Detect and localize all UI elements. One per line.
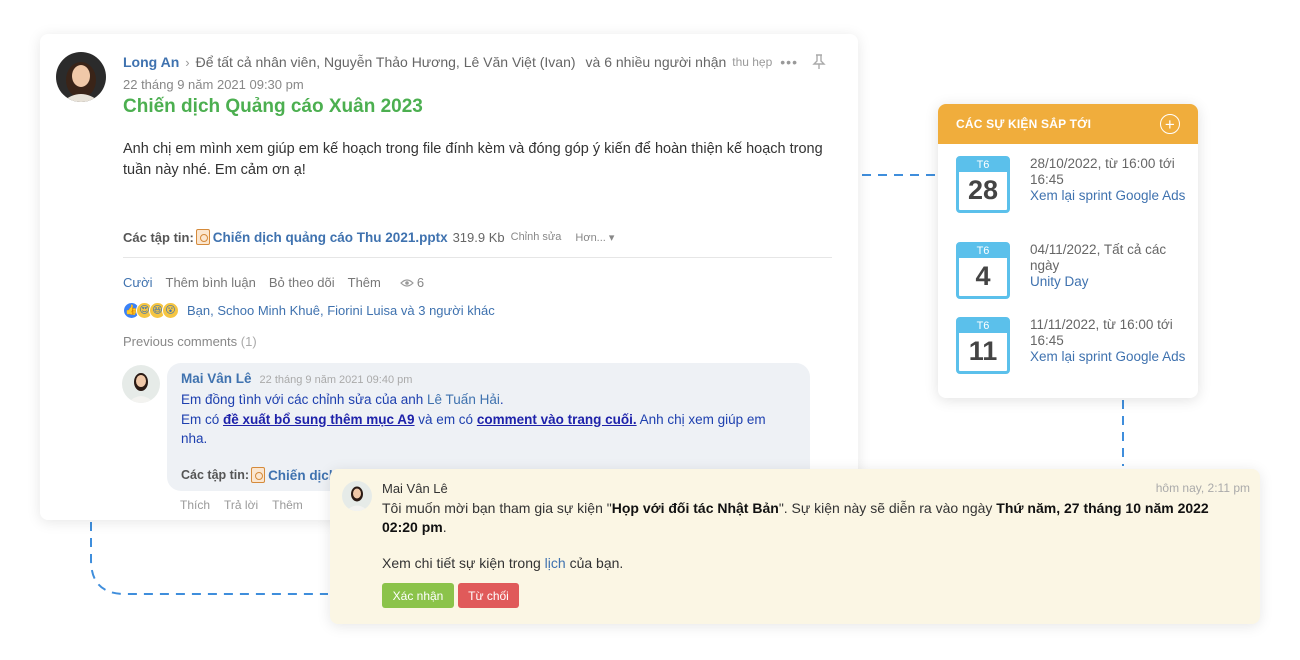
- comment-text: Em đồng tình với các chỉnh sửa của anh: [181, 392, 428, 407]
- attachments-label: Các tập tin:: [181, 468, 250, 482]
- unfollow-button[interactable]: Bỏ theo dõi: [269, 275, 335, 290]
- attachment-more-dropdown[interactable]: Hơn... ▾: [575, 231, 614, 244]
- add-event-plus-icon[interactable]: +: [1160, 114, 1180, 134]
- comment-link-last-page[interactable]: comment vào trang cuối.: [477, 412, 637, 427]
- attachments-label: Các tập tin:: [123, 229, 194, 245]
- comment-author[interactable]: Mai Vân Lê: [181, 371, 252, 386]
- notification-event-name: Họp với đối tác Nhật Bản: [611, 500, 779, 516]
- notification-body: Tôi muốn mời bạn tham gia sự kiện "Họp v…: [382, 499, 1242, 537]
- comment-attachments: Các tập tin: Chiến dịch: [181, 467, 337, 483]
- comment-link-proposal[interactable]: đề xuất bổ sung thêm mục A9: [223, 412, 415, 427]
- comment-like-button[interactable]: Thích: [180, 498, 210, 512]
- upcoming-events-panel: CÁC SỰ KIỆN SẮP TỚI + T6 28 28/10/2022, …: [938, 104, 1198, 398]
- recipients-more[interactable]: và 6 nhiều người nhận: [586, 54, 727, 70]
- event-day: 11: [968, 336, 998, 366]
- notification-text: ". Sự kiện này sẽ diễn ra vào ngày: [778, 500, 997, 516]
- comment-reply-button[interactable]: Trả lời: [224, 498, 258, 512]
- post-attachments: Các tập tin: Chiến dịch quảng cáo Thu 20…: [123, 229, 614, 245]
- post-header: Long An › Để tất cả nhân viên, Nguyễn Th…: [123, 54, 842, 70]
- attachment-edit-link[interactable]: Chỉnh sửa: [511, 231, 562, 243]
- pptx-file-icon: [251, 467, 266, 483]
- calendar-icon: T6 4: [956, 242, 1010, 299]
- event-name[interactable]: Unity Day: [1030, 274, 1190, 290]
- pin-icon[interactable]: [812, 54, 826, 70]
- notification-detail: Xem chi tiết sự kiện trong lịch của bạn.: [382, 555, 623, 571]
- attachment-file-size: 319.9 Kb: [452, 229, 505, 245]
- events-title: CÁC SỰ KIỆN SẮP TỚI: [956, 117, 1092, 131]
- post-date: 22 tháng 9 năm 2021 09:30 pm: [123, 77, 304, 92]
- post-actions: Cười Thêm bình luận Bỏ theo dõi Thêm 6: [123, 275, 424, 290]
- notification-time: hôm nay, 2:11 pm: [1155, 481, 1250, 495]
- event-name[interactable]: Xem lại sprint Google Ads: [1030, 188, 1190, 204]
- notification-author[interactable]: Mai Vân Lê: [382, 481, 448, 496]
- event-date: 11/11/2022, từ 16:00 tới 16:45: [1030, 317, 1173, 348]
- more-button[interactable]: Thêm: [348, 275, 381, 290]
- event-day: 28: [967, 175, 999, 205]
- notification-text: .: [442, 519, 447, 535]
- post-recipients[interactable]: Để tất cả nhân viên, Nguyễn Thảo Hương, …: [196, 54, 576, 70]
- event-invitation-notification: Mai Vân Lê hôm nay, 2:11 pm Tôi muốn mời…: [330, 469, 1260, 624]
- comment-mention[interactable]: Lê Tuấn Hải: [427, 392, 500, 407]
- event-date: 28/10/2022, từ 16:00 tới 16:45: [1030, 156, 1175, 187]
- reactions-row[interactable]: 👍 😍 😆 😮 Bạn, Schoo Minh Khuê, Fiorini Lu…: [123, 302, 495, 319]
- event-date: 04/11/2022, Tất cả các ngày: [1030, 242, 1167, 273]
- post-divider: [123, 257, 832, 258]
- post-author[interactable]: Long An: [123, 54, 179, 70]
- pptx-file-icon: [195, 229, 210, 245]
- views-count: 6: [416, 275, 425, 290]
- like-button[interactable]: Cười: [123, 275, 153, 290]
- attachment-file-name[interactable]: Chiến dịch quảng cáo Thu 2021.pptx: [213, 230, 448, 245]
- collapse-link[interactable]: thu hẹp: [732, 55, 772, 69]
- post-card: Long An › Để tất cả nhân viên, Nguyễn Th…: [40, 34, 858, 520]
- event-name[interactable]: Xem lại sprint Google Ads: [1030, 349, 1190, 365]
- author-avatar[interactable]: [56, 52, 106, 102]
- comment-date: 22 tháng 9 năm 2021 09:40 pm: [259, 374, 413, 386]
- chevron-right-icon: ›: [185, 54, 190, 70]
- reaction-text[interactable]: Bạn, Schoo Minh Khuê, Fiorini Luisa và 3…: [187, 303, 495, 318]
- notification-text: Tôi muốn mời bạn tham gia sự kiện ": [382, 500, 612, 516]
- post-title[interactable]: Chiến dịch Quảng cáo Xuân 2023: [123, 96, 423, 118]
- confirm-button[interactable]: Xác nhận: [382, 583, 454, 608]
- comment-actions: Thích Trả lời Thêm: [180, 498, 303, 512]
- event-day: 4: [975, 261, 991, 291]
- calendar-icon: T6 11: [956, 317, 1010, 374]
- previous-comments-link[interactable]: Previous comments (1): [123, 334, 257, 349]
- header-actions: thu hẹp •••: [732, 54, 826, 70]
- comment-avatar[interactable]: [122, 365, 160, 403]
- wow-face-icon: 😮: [162, 302, 179, 319]
- post-body: Anh chị em mình xem giúp em kế hoạch tro…: [123, 141, 823, 178]
- notification-detail-text: của bạn.: [565, 555, 624, 571]
- add-comment-button[interactable]: Thêm bình luận: [166, 275, 256, 290]
- event-weekday: T6: [959, 320, 1007, 333]
- event-weekday: T6: [959, 245, 1007, 258]
- comment-more-button[interactable]: Thêm: [272, 498, 303, 512]
- views-counter: 6: [400, 275, 424, 290]
- comment-text: .: [499, 392, 504, 407]
- notification-avatar[interactable]: [342, 481, 372, 511]
- more-dots-icon[interactable]: •••: [780, 54, 798, 70]
- calendar-link[interactable]: lịch: [545, 555, 566, 571]
- comment-attachment-file-name[interactable]: Chiến dịch: [268, 468, 337, 483]
- previous-comments-label: Previous comments: [123, 334, 238, 349]
- calendar-icon: T6 28: [956, 156, 1010, 213]
- eye-icon: [400, 278, 414, 287]
- comment-body: Em đồng tình với các chỉnh sửa của anh L…: [181, 390, 791, 449]
- notification-detail-text: Xem chi tiết sự kiện trong: [382, 555, 545, 571]
- previous-comments-count: (1): [240, 334, 257, 349]
- comment-text: và em có: [414, 411, 477, 427]
- decline-button[interactable]: Từ chối: [458, 583, 519, 608]
- events-header: CÁC SỰ KIỆN SẮP TỚI +: [938, 104, 1198, 144]
- comment-text: Em có: [181, 411, 224, 427]
- event-weekday: T6: [959, 159, 1007, 172]
